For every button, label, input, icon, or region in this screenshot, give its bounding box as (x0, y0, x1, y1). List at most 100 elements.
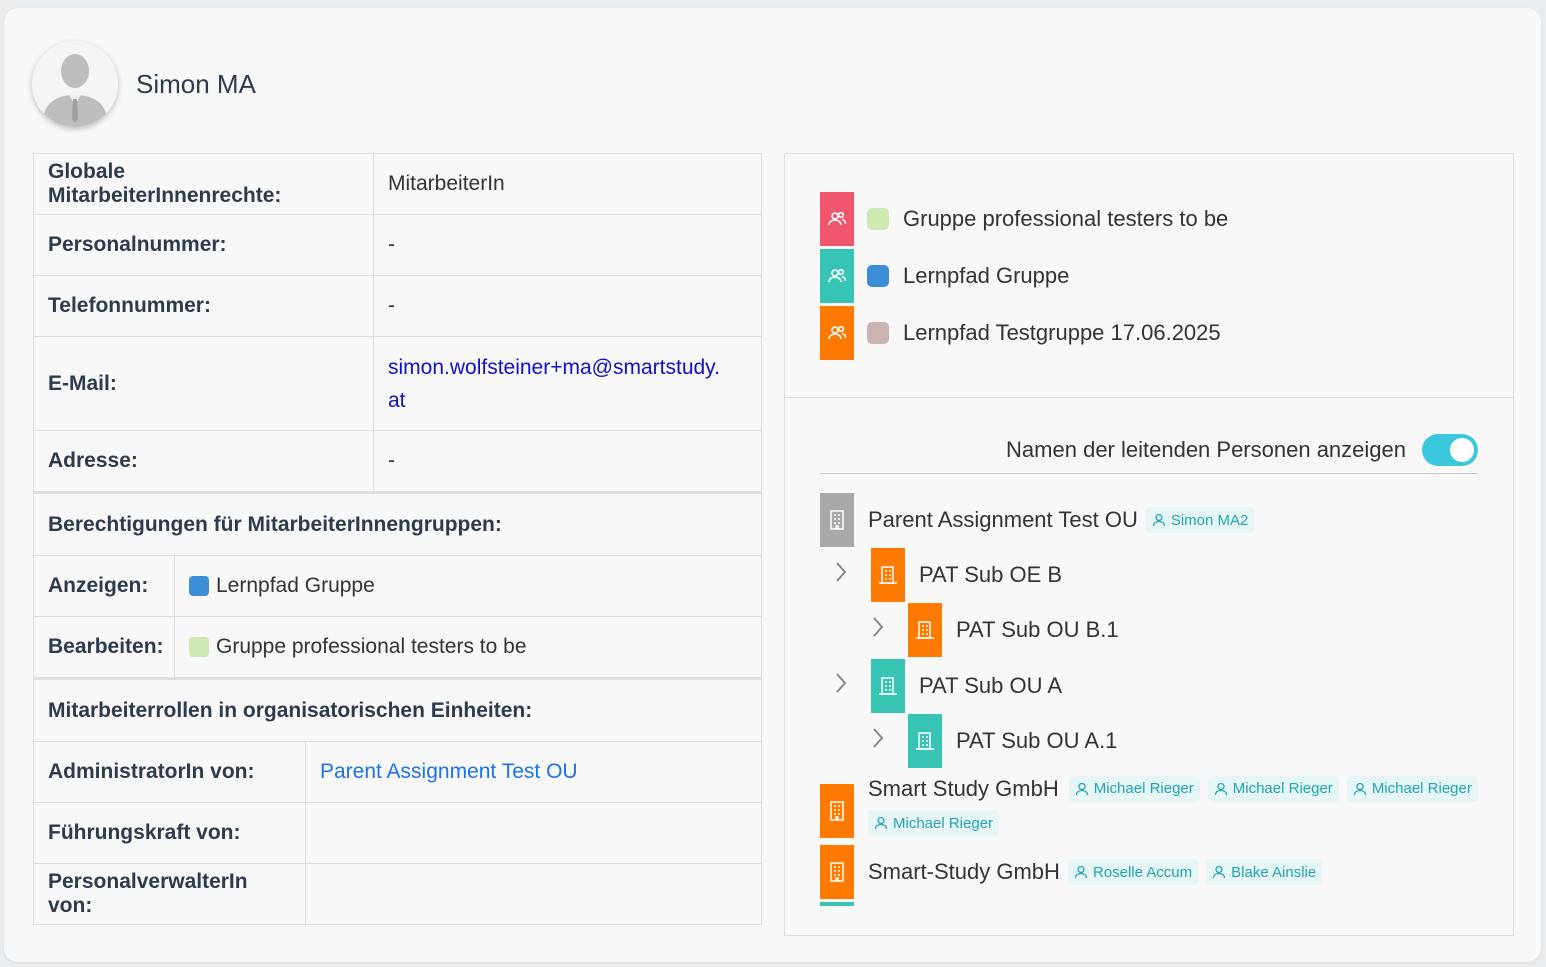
role-value (306, 864, 761, 924)
ou-item[interactable]: PAT Sub OU A.1 (908, 714, 1117, 768)
email-line-1[interactable]: simon.wolfsteiner+ma@smartstudy. (388, 351, 747, 384)
ou-content: Smart Study GmbH Michael Rieger Michael … (868, 774, 1478, 838)
groups-and-units-panel: Gruppe professional testers to be Lernpf… (784, 153, 1514, 936)
leader-badge: Michael Rieger (868, 810, 1000, 837)
group-color-dot (867, 265, 889, 287)
profile-name: Simon MA (136, 68, 256, 99)
chevron-right-icon[interactable] (834, 560, 848, 584)
role-label: PersonalverwalterIn von: (34, 864, 306, 924)
user-icon (1075, 782, 1088, 795)
leader-name: Michael Rieger (893, 814, 994, 832)
ou-item[interactable]: Smart-Study GmbH Roselle Accum Blake Ain… (820, 845, 1323, 899)
ou-item[interactable]: Parent Assignment Test OU Simon MA2 (820, 493, 1255, 547)
group-item[interactable]: Lernpfad Testgruppe 17.06.2025 (820, 306, 1221, 360)
leader-badge: Michael Rieger (1346, 775, 1478, 802)
role-row-manager: Führungskraft von: (34, 802, 761, 863)
info-value: - (388, 449, 395, 472)
leader-name: Michael Rieger (1093, 780, 1194, 798)
users-icon (820, 306, 854, 360)
permission-row-edit: Bearbeiten: Gruppe professional testers … (34, 616, 761, 677)
permission-group-name: Gruppe professional testers to be (216, 635, 527, 658)
building-icon (820, 493, 854, 547)
ou-item[interactable]: PAT Sub OU B.1 (908, 603, 1119, 657)
chevron-right-icon[interactable] (871, 615, 885, 639)
admin-ou-link[interactable]: Parent Assignment Test OU (306, 742, 761, 802)
group-permissions-heading: Berechtigungen für MitarbeiterInnengrupp… (48, 512, 502, 536)
email-line-2[interactable]: at (388, 384, 747, 417)
leader-name: Simon MA2 (1170, 511, 1249, 529)
leader-badge: Roselle Accum (1067, 859, 1199, 885)
info-row-personnel-number: Personalnummer: - (34, 214, 761, 275)
building-icon (871, 659, 905, 713)
info-row-phone: Telefonnummer: - (34, 275, 761, 336)
user-icon (1353, 782, 1366, 795)
role-row-admin: AdministratorIn von: Parent Assignment T… (34, 741, 761, 802)
building-icon (820, 845, 854, 899)
permission-group-name: Lernpfad Gruppe (216, 574, 375, 597)
info-label: Personalnummer: (34, 215, 374, 275)
ou-name: PAT Sub OE B (919, 562, 1063, 587)
avatar (32, 41, 118, 127)
group-permissions-table: Berechtigungen für MitarbeiterInnengrupp… (33, 492, 762, 678)
employee-card: Simon MA Globale MitarbeiterInnenrechte:… (4, 8, 1541, 962)
leader-badge: Blake Ainslie (1206, 859, 1323, 885)
leader-names-toggle[interactable] (1422, 434, 1478, 466)
leader-badge: Simon MA2 (1145, 507, 1255, 533)
leader-badge: Michael Rieger (1207, 775, 1339, 802)
email-link[interactable]: simon.wolfsteiner+ma@smartstudy. at (374, 337, 761, 430)
group-name: Gruppe professional testers to be (903, 206, 1229, 231)
role-label: AdministratorIn von: (34, 742, 306, 802)
building-icon (908, 603, 942, 657)
info-label: Telefonnummer: (34, 276, 374, 336)
chevron-right-icon[interactable] (834, 671, 848, 695)
permission-value: Lernpfad Gruppe (175, 556, 761, 616)
ou-item[interactable]: Smart Study GmbH Michael Rieger Michael … (820, 774, 1478, 838)
leader-names-toggle-row: Namen der leitenden Personen anzeigen (820, 429, 1478, 474)
chevron-right-icon[interactable] (871, 726, 885, 750)
info-value: - (388, 294, 395, 317)
info-row-rights: Globale MitarbeiterInnenrechte: Mitarbei… (34, 154, 761, 214)
leader-name: Michael Rieger (1371, 780, 1472, 798)
ou-name: PAT Sub OU A (919, 673, 1063, 698)
ou-item[interactable]: PAT Sub OE B (871, 548, 1062, 602)
group-name: Lernpfad Testgruppe 17.06.2025 (903, 320, 1221, 345)
info-value: MitarbeiterIn (388, 172, 505, 195)
info-label: E-Mail: (34, 337, 374, 430)
building-icon (820, 784, 854, 838)
org-roles-heading: Mitarbeiterrollen in organisatorischen E… (48, 698, 533, 722)
user-icon (1152, 513, 1165, 527)
info-label: Adresse: (34, 431, 374, 491)
toggle-knob (1450, 438, 1474, 462)
profile-header: Simon MA (32, 36, 256, 132)
employee-details: Globale MitarbeiterInnenrechte: Mitarbei… (33, 153, 762, 925)
group-name: Lernpfad Gruppe (903, 263, 1070, 288)
info-row-address: Adresse: - (34, 430, 761, 491)
info-row-email: E-Mail: simon.wolfsteiner+ma@smartstudy.… (34, 336, 761, 430)
leader-name: Blake Ainslie (1231, 863, 1317, 881)
building-icon (871, 548, 905, 602)
next-item-edge (820, 902, 854, 906)
group-color-dot (867, 322, 889, 344)
ou-name: Smart-Study GmbH (868, 859, 1060, 884)
org-roles-table: Mitarbeiterrollen in organisatorischen E… (33, 678, 762, 925)
group-color-swatch (189, 576, 209, 596)
ou-name: PAT Sub OU A.1 (956, 728, 1118, 753)
group-item[interactable]: Gruppe professional testers to be (820, 192, 1228, 246)
ou-item[interactable]: PAT Sub OU A (871, 659, 1062, 713)
permission-row-view: Anzeigen: Lernpfad Gruppe (34, 555, 761, 616)
info-table: Globale MitarbeiterInnenrechte: Mitarbei… (33, 153, 762, 492)
user-icon (1074, 865, 1088, 879)
role-row-hr: PersonalverwalterIn von: (34, 863, 761, 924)
group-item[interactable]: Lernpfad Gruppe (820, 249, 1069, 303)
building-icon (908, 714, 942, 768)
leader-badge: Michael Rieger (1068, 775, 1200, 802)
group-color-swatch (189, 637, 209, 657)
info-label: Globale MitarbeiterInnenrechte: (34, 154, 374, 214)
ou-name: PAT Sub OU B.1 (956, 617, 1119, 642)
permission-value: Gruppe professional testers to be (175, 617, 761, 677)
role-value (306, 803, 761, 863)
toggle-label: Namen der leitenden Personen anzeigen (1006, 437, 1406, 462)
group-color-dot (867, 208, 889, 230)
ou-name: Smart Study GmbH (868, 775, 1059, 801)
users-icon (820, 249, 854, 303)
